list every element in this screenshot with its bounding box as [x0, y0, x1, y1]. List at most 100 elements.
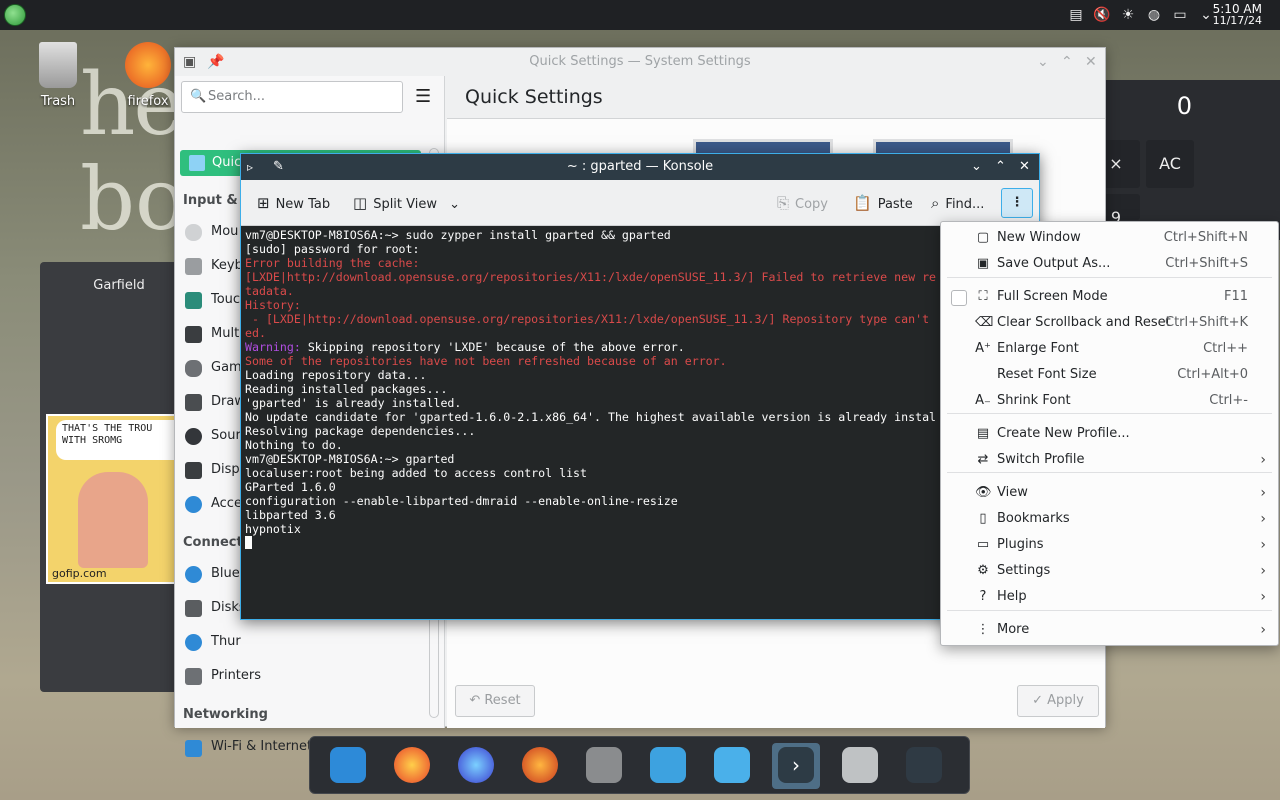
- menu-item-more[interactable]: ⋮ More ›: [941, 617, 1278, 643]
- taskbar-app-firefox-dev[interactable]: [452, 743, 500, 789]
- paste-button[interactable]: 📋 Paste: [853, 180, 913, 226]
- taskbar-app-konsole[interactable]: ›: [772, 743, 820, 789]
- new-tab-button[interactable]: ⊞ New Tab: [257, 180, 330, 226]
- menu-item-label: Clear Scrollback and Reset: [997, 315, 1171, 330]
- calc-clear-button[interactable]: AC: [1146, 140, 1194, 188]
- terminal-line: Warning: Skipping repository 'LXDE' beca…: [245, 340, 1035, 354]
- clock-date: 11/17/24: [1212, 14, 1262, 27]
- menu-item-reset-font-size[interactable]: Reset Font Size Ctrl+Alt+0: [941, 362, 1278, 388]
- find-button[interactable]: ⌕ Find...: [931, 180, 984, 226]
- terminal-text: [LXDE|http://download.opensuse.org/repos…: [245, 270, 937, 284]
- taskbar-app-mousepad[interactable]: [580, 743, 628, 789]
- terminal-output[interactable]: vm7@DESKTOP-M8IOS6A:~> sudo zypper insta…: [245, 228, 1035, 616]
- printer-icon: [185, 668, 202, 685]
- terminal-text: tadata.: [245, 284, 294, 298]
- copy-button[interactable]: ⎘ Copy: [777, 180, 828, 226]
- menu-item-bookmarks[interactable]: ▯ Bookmarks ›: [941, 506, 1278, 532]
- menu-item-label: Plugins: [997, 537, 1044, 552]
- sound-icon: [185, 428, 202, 445]
- konsole-titlebar[interactable]: ▹ ✎ ~ : gparted — Konsole ⌄ ⌃ ✕: [241, 154, 1039, 180]
- taskbar-app-settings[interactable]: [900, 743, 948, 789]
- konsole-title: ~ : gparted — Konsole: [566, 159, 714, 174]
- minimize-button[interactable]: ⌄: [1037, 48, 1049, 76]
- volume-muted-icon[interactable]: 🔇: [1093, 6, 1111, 24]
- brightness-icon[interactable]: ☀: [1119, 6, 1137, 24]
- sidebar-item-printers[interactable]: Printers: [175, 660, 425, 692]
- touchpad-icon: [185, 292, 202, 309]
- app-launcher-icon[interactable]: [4, 4, 26, 26]
- new-tab-icon: ⊞: [257, 194, 270, 212]
- terminal-text: Resolving package dependencies...: [245, 424, 476, 438]
- wallpaper-text: bo: [80, 150, 187, 250]
- menu-item-shortcut: F11: [1223, 289, 1248, 304]
- terminal-line: Nothing to do.: [245, 438, 1035, 452]
- apply-button[interactable]: ✓ Apply: [1017, 685, 1099, 717]
- settings-titlebar[interactable]: ▣ 📌 Quick Settings — System Settings ⌄ ⌃…: [175, 48, 1105, 76]
- menu-item-label: Full Screen Mode: [997, 289, 1108, 304]
- paste-label: Paste: [877, 197, 913, 212]
- taskbar-app-firefox[interactable]: [388, 743, 436, 789]
- apply-label: Apply: [1047, 693, 1084, 708]
- menu-item-save-output-as[interactable]: ▣ Save Output As... Ctrl+Shift+S: [941, 251, 1278, 277]
- close-button[interactable]: ✕: [1085, 48, 1097, 76]
- desktop-icon-trash[interactable]: Trash: [23, 42, 93, 109]
- terminal-line: hypnotix: [245, 522, 1035, 536]
- terminal-line: Reading installed packages...: [245, 382, 1035, 396]
- pin-icon[interactable]: ✎: [273, 154, 284, 180]
- menu-item-clear-scrollback-and-reset[interactable]: ⌫ Clear Scrollback and Reset Ctrl+Shift+K: [941, 310, 1278, 336]
- menu-item-label: Shrink Font: [997, 393, 1071, 408]
- menu-separator: [947, 277, 1272, 278]
- menu-item-full-screen-mode[interactable]: ⛶ Full Screen Mode F11: [941, 284, 1278, 310]
- menu-item-shrink-font[interactable]: A₋ Shrink Font Ctrl+-: [941, 388, 1278, 414]
- folder-icon: [714, 747, 750, 783]
- desktop-icon-firefox[interactable]: firefox: [113, 42, 183, 109]
- paste-icon: 📋: [853, 194, 872, 212]
- taskbar-app-discover[interactable]: [324, 743, 372, 789]
- folder-icon: [650, 747, 686, 783]
- close-button[interactable]: ✕: [1019, 154, 1030, 180]
- menu-item-label: New Window: [997, 230, 1081, 245]
- menu-item-create-new-profile[interactable]: ▤ Create New Profile...: [941, 421, 1278, 447]
- clipboard-icon[interactable]: ▤: [1067, 6, 1085, 24]
- top-panel: ▤ 🔇 ☀ ◍ ▭ ⌄ 5:10 AM 11/17/24: [0, 0, 1280, 30]
- minimize-button[interactable]: ⌄: [971, 154, 982, 180]
- sidebar-item-thunderbolt[interactable]: Thur: [175, 626, 425, 658]
- terminal-line: configuration --enable-libparted-dmraid …: [245, 494, 1035, 508]
- sidebar-item-label: Sour: [211, 428, 241, 443]
- menu-item-view[interactable]: 👁 View ›: [941, 480, 1278, 506]
- menu-item-settings[interactable]: ⚙ Settings ›: [941, 558, 1278, 584]
- terminal-text: hypnotix: [245, 522, 301, 536]
- taskbar-app-firefox-esr[interactable]: [516, 743, 564, 789]
- menu-item-switch-profile[interactable]: ⇄ Switch Profile ›: [941, 447, 1278, 473]
- terminal-text: vm7@DESKTOP-M8IOS6A:~> sudo zypper insta…: [245, 228, 671, 242]
- hamburger-menu-icon[interactable]: ☰: [415, 86, 431, 107]
- new-tab-label: New Tab: [275, 197, 331, 212]
- display-icon[interactable]: ▭: [1171, 6, 1189, 24]
- terminal-cursor: [245, 536, 252, 549]
- sidebar-item-label: Touc: [211, 292, 241, 307]
- reset-button[interactable]: ↶ Reset: [455, 685, 535, 717]
- menu-item-new-window[interactable]: ▢ New Window Ctrl+Shift+N: [941, 225, 1278, 251]
- taskbar-app-gparted[interactable]: [836, 743, 884, 789]
- taskbar-app-files-2[interactable]: [708, 743, 756, 789]
- bookmark-icon: ▯: [979, 511, 987, 526]
- menu-item-help[interactable]: ? Help ›: [941, 584, 1278, 610]
- taskbar-app-files[interactable]: [644, 743, 692, 789]
- network-icon[interactable]: ◍: [1145, 6, 1163, 24]
- terminal-line: - [LXDE|http://download.opensuse.org/rep…: [245, 312, 1035, 326]
- multimedia-icon: [185, 326, 202, 343]
- menu-item-plugins[interactable]: ▭ Plugins ›: [941, 532, 1278, 558]
- comic-image[interactable]: THAT'S THE TROU WITH SROMG gofip.com: [46, 414, 192, 584]
- maximize-button[interactable]: ⌃: [1061, 48, 1073, 76]
- calculator-window: 0 × AC 9: [1092, 80, 1280, 240]
- konsole-toolbar: ⊞ New Tab ◫ Split View ⌄ ⎘ Copy 📋 Paste ⌕ Fin…: [241, 180, 1039, 226]
- search-input[interactable]: 🔍 Search...: [181, 81, 403, 113]
- menu-item-enlarge-font[interactable]: A⁺ Enlarge Font Ctrl++: [941, 336, 1278, 362]
- split-view-button[interactable]: ◫ Split View ⌄: [353, 180, 460, 226]
- pin-icon[interactable]: 📌: [207, 48, 224, 76]
- clock[interactable]: 5:10 AM 11/17/24: [1213, 3, 1262, 27]
- maximize-button[interactable]: ⌃: [995, 154, 1006, 180]
- checkbox-icon[interactable]: [951, 290, 967, 306]
- hamburger-menu-button[interactable]: ⋮: [1001, 188, 1033, 218]
- menu-item-label: View: [997, 485, 1028, 500]
